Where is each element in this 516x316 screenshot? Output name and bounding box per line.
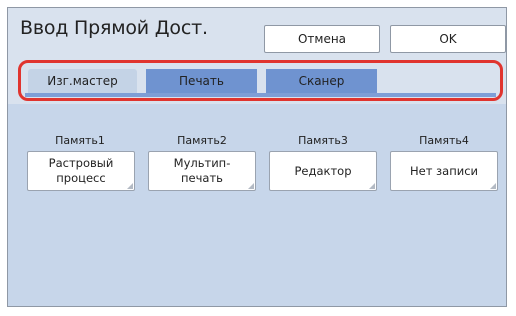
cancel-button[interactable]: Отмена bbox=[264, 25, 380, 53]
dialog-header: Ввод Прямой Дост. Отмена OK bbox=[8, 8, 506, 53]
memory-label-1: Память1 bbox=[55, 134, 105, 147]
tab-scanner[interactable]: Сканер bbox=[266, 69, 377, 93]
tab-bar: Изг.мастер Печать Сканер bbox=[18, 60, 503, 101]
memory-button-2[interactable]: Мультип- печать bbox=[148, 151, 256, 191]
memory-label-3: Память3 bbox=[298, 134, 348, 147]
memory-button-1-label: Растровый процесс bbox=[48, 156, 114, 185]
corner-indicator-icon bbox=[369, 183, 375, 189]
memory-button-1[interactable]: Растровый процесс bbox=[27, 151, 135, 191]
memory-button-4[interactable]: Нет записи bbox=[390, 151, 498, 191]
memory-button-3[interactable]: Редактор bbox=[269, 151, 377, 191]
corner-indicator-icon bbox=[490, 183, 496, 189]
memory-label-4: Память4 bbox=[419, 134, 469, 147]
tab-master[interactable]: Изг.мастер bbox=[28, 69, 137, 93]
memory-panel: Память1 Память2 Память3 Память4 Растровы… bbox=[8, 104, 506, 306]
dialog-title: Ввод Прямой Дост. bbox=[20, 17, 208, 39]
dialog-window: Ввод Прямой Дост. Отмена OK Изг.мастер П… bbox=[7, 7, 507, 307]
memory-label-2: Память2 bbox=[177, 134, 227, 147]
tab-print[interactable]: Печать bbox=[146, 69, 257, 93]
ok-button[interactable]: OK bbox=[390, 25, 506, 53]
corner-indicator-icon bbox=[248, 183, 254, 189]
tab-underline bbox=[25, 93, 496, 97]
memory-button-4-label: Нет записи bbox=[409, 163, 479, 178]
corner-indicator-icon bbox=[127, 183, 133, 189]
memory-button-2-label: Мультип- печать bbox=[173, 156, 231, 185]
memory-button-3-label: Редактор bbox=[294, 163, 352, 178]
